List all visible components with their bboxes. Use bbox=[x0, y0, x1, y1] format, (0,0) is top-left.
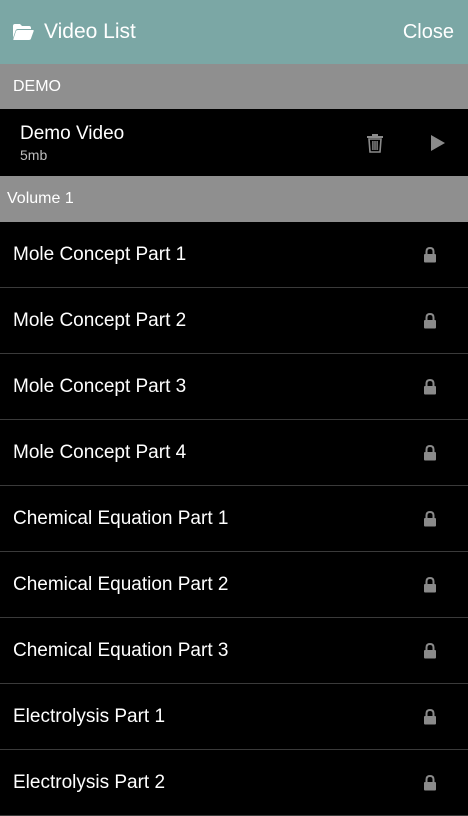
page-title: Video List bbox=[44, 20, 136, 43]
list-item-6[interactable]: Chemical Equation Part 2 bbox=[0, 552, 468, 618]
list-item-1[interactable]: Mole Concept Part 1 bbox=[0, 222, 468, 288]
play-icon[interactable] bbox=[430, 134, 446, 152]
list-item-label: Electrolysis Part 2 bbox=[13, 771, 166, 793]
list-item-label: Mole Concept Part 3 bbox=[13, 375, 187, 397]
list-item-2[interactable]: Mole Concept Part 2 bbox=[0, 288, 468, 354]
list-item-9[interactable]: Electrolysis Part 2 bbox=[0, 750, 468, 816]
demo-video-title: Demo Video bbox=[20, 122, 125, 144]
list-item-label: Chemical Equation Part 2 bbox=[13, 573, 229, 595]
trash-icon[interactable] bbox=[366, 133, 384, 153]
lock-icon bbox=[423, 774, 437, 791]
folder-open-icon bbox=[12, 22, 36, 42]
list-item-label: Electrolysis Part 1 bbox=[13, 705, 166, 727]
demo-video-row[interactable]: Demo Video 5mb bbox=[0, 109, 468, 176]
close-button[interactable]: Close bbox=[403, 21, 454, 44]
lock-icon bbox=[423, 576, 437, 593]
section-header-demo: DEMO bbox=[0, 64, 468, 109]
lock-icon bbox=[423, 378, 437, 395]
list-item-label: Chemical Equation Part 1 bbox=[13, 507, 229, 529]
video-list: Mole Concept Part 1 Mole Concept Part 2 … bbox=[0, 222, 468, 816]
list-item-4[interactable]: Mole Concept Part 4 bbox=[0, 420, 468, 486]
list-item-label: Mole Concept Part 2 bbox=[13, 309, 187, 331]
demo-video-size: 5mb bbox=[20, 146, 48, 163]
list-item-label: Mole Concept Part 1 bbox=[13, 243, 187, 265]
demo-video-actions bbox=[366, 133, 446, 153]
list-item-label: Chemical Equation Part 3 bbox=[13, 639, 229, 661]
list-item-8[interactable]: Electrolysis Part 1 bbox=[0, 684, 468, 750]
app-bar: Video List Close bbox=[0, 0, 468, 64]
lock-icon bbox=[423, 642, 437, 659]
list-item-3[interactable]: Mole Concept Part 3 bbox=[0, 354, 468, 420]
list-item-5[interactable]: Chemical Equation Part 1 bbox=[0, 486, 468, 552]
lock-icon bbox=[423, 312, 437, 329]
lock-icon bbox=[423, 510, 437, 527]
demo-video-text: Demo Video 5mb bbox=[20, 122, 124, 164]
lock-icon bbox=[423, 246, 437, 263]
lock-icon bbox=[423, 444, 437, 461]
app-bar-title-group: Video List bbox=[12, 20, 136, 44]
section-header-volume-1: Volume 1 bbox=[0, 176, 468, 222]
list-item-7[interactable]: Chemical Equation Part 3 bbox=[0, 618, 468, 684]
list-item-label: Mole Concept Part 4 bbox=[13, 441, 187, 463]
lock-icon bbox=[423, 708, 437, 725]
